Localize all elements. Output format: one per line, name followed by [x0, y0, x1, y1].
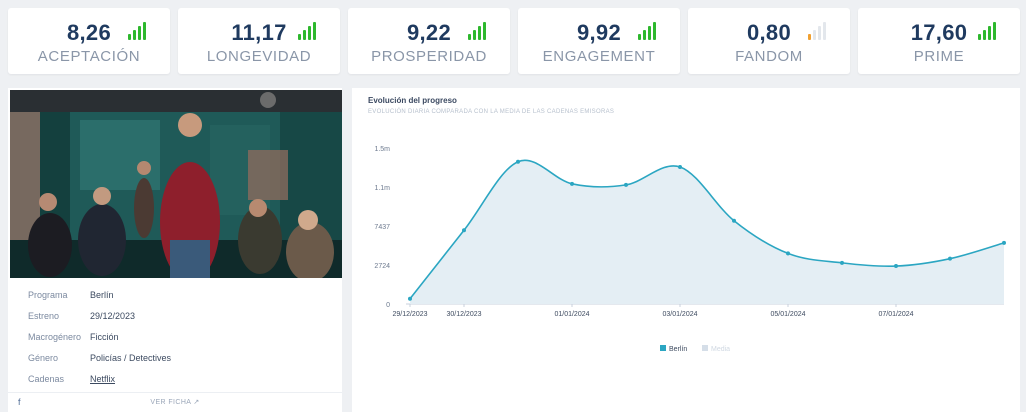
- y-tick-label: 1.1m: [374, 185, 390, 192]
- x-tick-label: 03/01/2024: [662, 311, 697, 318]
- kpi-card-prime[interactable]: 17,60 PRIME: [858, 8, 1020, 74]
- data-point: [462, 228, 466, 233]
- info-value: Policías / Detectives: [90, 352, 172, 363]
- info-key: Cadenas: [28, 373, 65, 384]
- signal-bar: [303, 30, 306, 40]
- ver-ficha-link[interactable]: VER FICHA ↗: [8, 398, 342, 406]
- info-key: Género: [28, 352, 59, 363]
- evolution-chart[interactable]: 0 2724 7437 1.1m 1.5m 29/12/2023 30/12/2023 01/…: [352, 88, 1020, 412]
- data-point: [678, 164, 682, 169]
- signal-bar: [143, 22, 146, 40]
- signal-bar: [483, 22, 486, 40]
- info-key: Estreno: [28, 310, 60, 321]
- signal-bar: [993, 22, 996, 40]
- info-row-genero: Género Policías / Detectives: [8, 347, 342, 368]
- info-key: Programa: [28, 289, 68, 300]
- signal-bar: [978, 34, 981, 40]
- data-point: [786, 251, 790, 256]
- legend-swatch-berlin: [660, 345, 666, 351]
- legend-label-media: Media: [711, 346, 730, 353]
- signal-bar: [468, 34, 471, 40]
- kpi-label: PRIME: [913, 48, 965, 65]
- signal-bars-icon: [468, 22, 490, 40]
- signal-bar: [133, 30, 136, 40]
- data-point: [408, 296, 412, 301]
- external-link-icon: ↗: [193, 399, 200, 406]
- signal-bars-icon: [808, 22, 830, 40]
- signal-bar: [988, 26, 991, 40]
- legend-swatch-media: [702, 345, 708, 351]
- data-point: [570, 181, 574, 186]
- kpi-card-engagement[interactable]: 9,92 ENGAGEMENT: [518, 8, 680, 74]
- info-row-cadenas: Cadenas Netflix: [8, 368, 342, 389]
- signal-bars-icon: [128, 22, 150, 40]
- info-value: Ficción: [90, 331, 119, 342]
- signal-bars-icon: [978, 22, 1000, 40]
- info-row-estreno: Estreno 29/12/2023: [8, 305, 342, 326]
- signal-bar: [808, 34, 811, 40]
- kpi-label: LONGEVIDAD: [206, 48, 312, 65]
- data-point: [516, 159, 520, 164]
- kpi-label: FANDOM: [735, 48, 803, 65]
- info-row-macrogenero: Macrogénero Ficción: [8, 326, 342, 347]
- chart-panel: Evolución del progreso EVOLUCIÓN DIARIA …: [352, 88, 1020, 412]
- signal-bars-icon: [298, 22, 320, 40]
- info-key: Macrogénero: [28, 331, 82, 342]
- info-row-programa: Programa Berlín: [8, 284, 342, 305]
- area-fill-berlin: [410, 160, 1004, 304]
- signal-bar: [813, 30, 816, 40]
- signal-bar: [138, 26, 141, 40]
- y-tick-label: 2724: [374, 263, 390, 270]
- signal-bar: [298, 34, 301, 40]
- signal-bar: [473, 30, 476, 40]
- signal-bar: [128, 34, 131, 40]
- y-tick-label: 7437: [374, 224, 390, 231]
- signal-bar: [643, 30, 646, 40]
- x-tick-label: 05/01/2024: [770, 311, 805, 318]
- kpi-card-prosperidad[interactable]: 9,22 PROSPERIDAD: [348, 8, 510, 74]
- kpi-label: PROSPERIDAD: [371, 48, 487, 65]
- kpi-label: ENGAGEMENT: [542, 48, 656, 65]
- kpi-row: 8,26 ACEPTACIÓN 11,17 LONGEVIDAD 9,22 PR…: [8, 8, 1020, 74]
- signal-bar: [648, 26, 651, 40]
- x-tick-label: 30/12/2023: [446, 311, 481, 318]
- signal-bar: [823, 22, 826, 40]
- signal-bars-icon: [638, 22, 660, 40]
- signal-bar: [313, 22, 316, 40]
- x-tick-label: 29/12/2023: [392, 311, 427, 318]
- kpi-card-longevidad[interactable]: 11,17 LONGEVIDAD: [178, 8, 340, 74]
- program-info: Programa Berlín Estreno 29/12/2023 Macro…: [8, 284, 342, 389]
- channel-link[interactable]: Netflix: [90, 374, 115, 384]
- y-tick-label: 0: [386, 302, 390, 309]
- info-value: 29/12/2023: [90, 310, 136, 321]
- legend-label-berlin: Berlín: [669, 346, 687, 353]
- data-point: [732, 218, 736, 223]
- program-footer: f VER FICHA ↗: [8, 392, 342, 410]
- kpi-card-aceptacion[interactable]: 8,26 ACEPTACIÓN: [8, 8, 170, 74]
- signal-bar: [983, 30, 986, 40]
- ver-ficha-label: VER FICHA: [150, 399, 191, 406]
- y-tick-label: 1.5m: [374, 146, 390, 153]
- signal-bar: [818, 26, 821, 40]
- signal-bar: [308, 26, 311, 40]
- kpi-label: ACEPTACIÓN: [37, 48, 141, 65]
- data-point: [840, 260, 844, 265]
- info-value: Berlín: [90, 289, 114, 300]
- x-tick-label: 01/01/2024: [554, 311, 589, 318]
- data-point: [1002, 240, 1006, 245]
- program-panel: Programa Berlín Estreno 29/12/2023 Macro…: [8, 88, 342, 412]
- signal-bar: [653, 22, 656, 40]
- signal-bar: [478, 26, 481, 40]
- kpi-card-fandom[interactable]: 0,80 FANDOM: [688, 8, 850, 74]
- program-poster-image[interactable]: [10, 90, 342, 278]
- signal-bar: [638, 34, 641, 40]
- data-point: [894, 264, 898, 269]
- data-point: [948, 256, 952, 261]
- x-tick-label: 07/01/2024: [878, 311, 913, 318]
- data-point: [624, 182, 628, 187]
